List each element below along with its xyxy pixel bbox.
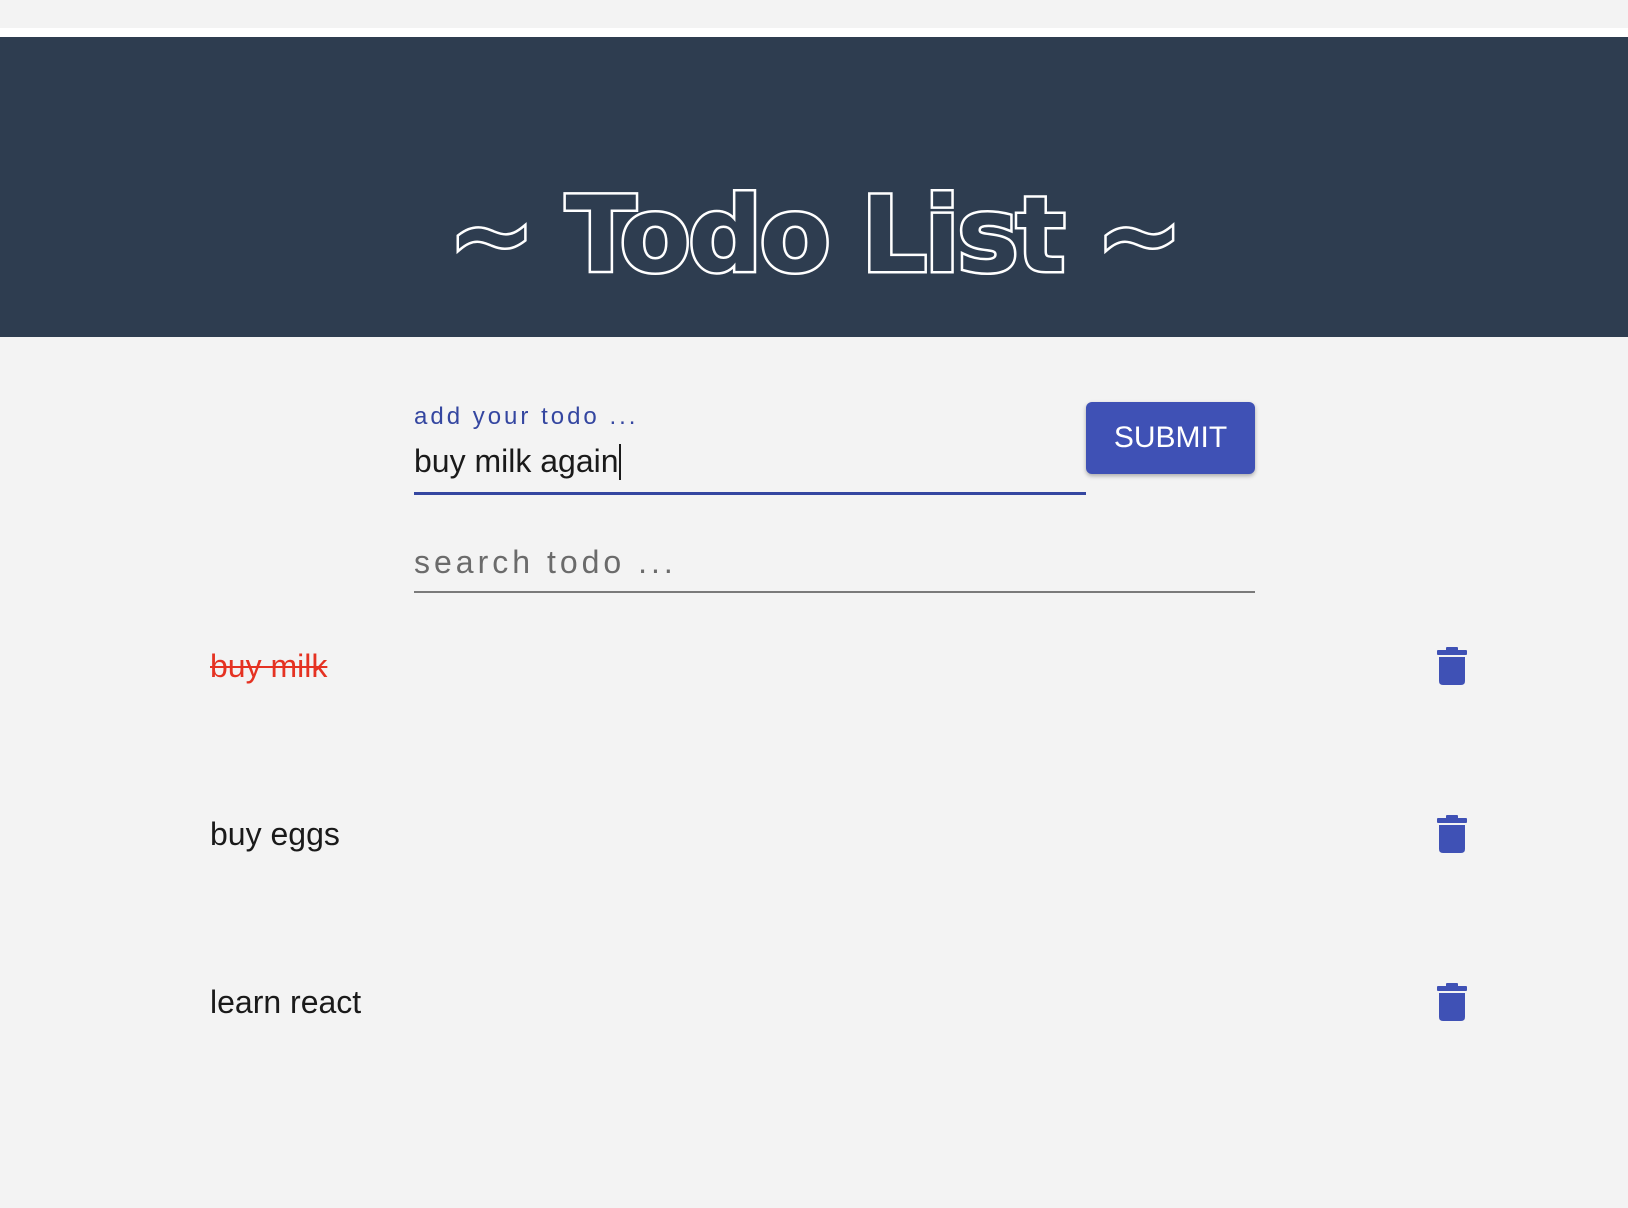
todo-item: buy milk [210, 628, 1470, 708]
search-input-underline [414, 591, 1255, 593]
delete-button[interactable] [1432, 982, 1472, 1022]
top-strip [0, 0, 1628, 28]
search-field [414, 536, 1255, 594]
todo-item: learn react [210, 964, 1470, 1044]
delete-button[interactable] [1432, 814, 1472, 854]
delete-button[interactable] [1432, 646, 1472, 686]
text-caret [619, 444, 621, 480]
todo-input[interactable] [414, 438, 1086, 484]
todo-item: buy eggs [210, 796, 1470, 876]
top-divider [0, 28, 1628, 37]
search-input[interactable] [414, 536, 1255, 588]
todo-item-text[interactable]: buy milk [210, 648, 327, 685]
page-title: ~ Todo List ~ [446, 173, 1186, 298]
trash-icon [1437, 815, 1467, 853]
todo-item-text[interactable]: buy eggs [210, 816, 340, 853]
trash-icon [1437, 647, 1467, 685]
trash-icon [1437, 983, 1467, 1021]
todo-input-label: add your todo ... [414, 403, 639, 430]
todo-input-underline [414, 492, 1086, 495]
add-todo-form: add your todo ... SUBMIT [414, 398, 1255, 498]
todo-item-text[interactable]: learn react [210, 984, 361, 1021]
submit-button[interactable]: SUBMIT [1086, 402, 1255, 474]
todo-field: add your todo ... [414, 398, 1086, 498]
